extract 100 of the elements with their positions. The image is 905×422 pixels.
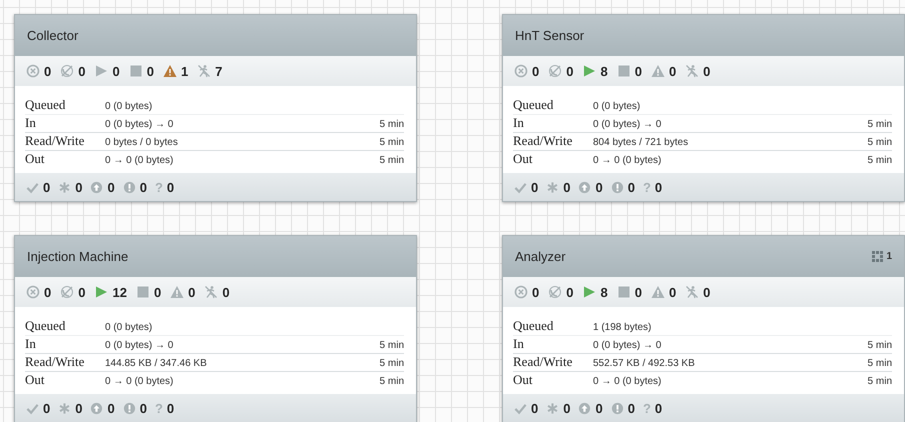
status-count: 0 bbox=[112, 64, 120, 78]
stat-window: 5 min bbox=[868, 137, 892, 148]
stat-label: Queued bbox=[513, 97, 554, 113]
version-count: 0 bbox=[140, 400, 147, 416]
asterisk-icon bbox=[58, 180, 72, 194]
group-title: Collector bbox=[27, 28, 78, 43]
stat-value: 552.57 KB / 492.53 KB bbox=[593, 358, 696, 369]
stat-label: Read/Write bbox=[25, 133, 86, 149]
version-count: 0 bbox=[107, 400, 115, 416]
version-count: 0 bbox=[595, 180, 603, 194]
stat-value: 0 bytes / 0 bytes bbox=[105, 137, 179, 148]
version-count: 0 bbox=[628, 180, 635, 194]
status-count: 0 bbox=[703, 284, 710, 300]
stat-value: 0 (0 bytes) bbox=[105, 322, 154, 333]
process-group-card[interactable]: Analyzer 1 0 0 8 0 0 0 Queued 1 (198 bytes) In 0 (0 bytes) → 0 5 min Read/Write 552.57 KB / 492.53 KB 5 min Out 0 → 0 (0 bytes) 5 min 0 0 0 0 ? 0 bbox=[502, 235, 905, 422]
status-count: 0 bbox=[532, 64, 540, 78]
status-count: 0 bbox=[78, 64, 86, 78]
stat-value: 0 (0 bytes) → 0 bbox=[105, 340, 174, 351]
version-count: 0 bbox=[140, 180, 147, 194]
stat-window: 5 min bbox=[380, 358, 404, 369]
stat-window: 5 min bbox=[380, 155, 404, 166]
group-title: HnT Sensor bbox=[515, 28, 584, 43]
stat-value: 1 (198 bytes) bbox=[593, 322, 652, 333]
stat-window: 5 min bbox=[868, 358, 892, 369]
stat-value: 0 → 0 (0 bytes) bbox=[105, 376, 174, 387]
status-count: 0 bbox=[188, 284, 196, 300]
asterisk-icon bbox=[58, 402, 72, 414]
asterisk-icon bbox=[546, 180, 560, 194]
status-count: 0 bbox=[78, 284, 86, 300]
stat-label: Out bbox=[25, 151, 46, 167]
version-count: 0 bbox=[531, 180, 538, 194]
stat-value: 0 (0 bytes) bbox=[105, 101, 154, 112]
status-count: 0 bbox=[154, 284, 162, 300]
stat-label: Queued bbox=[25, 97, 66, 113]
version-count: 0 bbox=[166, 400, 174, 416]
up-arrow-circle-icon bbox=[578, 180, 592, 194]
process-group-card[interactable]: HnT Sensor 0 0 8 0 0 0 Queued 0 (0 bytes) In 0 (0 bytes) → 0 5 min Read/Write 804 bytes / 721 bytes 5 min Out 0 → 0 (0 bytes) 5 min 0 0 0 0 ? 0 bbox=[502, 14, 905, 202]
status-count: 8 bbox=[600, 284, 608, 300]
group-title: Injection Machine bbox=[27, 249, 128, 264]
up-arrow-circle-icon bbox=[90, 180, 104, 194]
version-count: 0 bbox=[654, 180, 662, 194]
stat-value: 0 → 0 (0 bytes) bbox=[593, 376, 662, 387]
asterisk-icon bbox=[546, 402, 560, 414]
stat-label: Read/Write bbox=[513, 354, 574, 370]
stat-window: 5 min bbox=[380, 137, 404, 148]
status-count: 0 bbox=[668, 284, 676, 300]
stat-value: 0 (0 bytes) → 0 bbox=[593, 119, 662, 130]
status-count: 0 bbox=[44, 284, 52, 300]
version-count: 0 bbox=[43, 400, 50, 416]
status-count: 0 bbox=[634, 284, 642, 300]
stat-label: Out bbox=[25, 372, 46, 388]
stat-window: 5 min bbox=[868, 376, 892, 387]
status-count: 0 bbox=[566, 284, 574, 300]
stat-label: Out bbox=[513, 372, 534, 388]
stat-value: 0 (0 bytes) → 0 bbox=[593, 340, 662, 351]
version-count: 0 bbox=[595, 400, 603, 416]
stat-value: 0 → 0 (0 bytes) bbox=[105, 155, 174, 166]
stat-window: 5 min bbox=[380, 119, 404, 130]
stat-label: In bbox=[513, 115, 525, 131]
status-count: 0 bbox=[532, 284, 540, 300]
version-count: 0 bbox=[628, 400, 635, 416]
process-group-card[interactable]: Injection Machine 0 0 12 0 0 0 Queued 0 (0 bytes) In 0 (0 bytes) → 0 5 min Read/Write 144.85 KB / 347.46 KB 5 min Out 0 → 0 (0 bytes) 5 min 0 0 0 0 ? 0 bbox=[14, 235, 417, 422]
process-group-card[interactable]: Collector 0 0 0 0 1 7 Queued 0 (0 bytes) In 0 (0 bytes) → 0 5 min Read/Write 0 bytes / 0 bytes 5 min Out 0 → 0 (0 bytes) 5 min 0 0 0 0 ? 0 bbox=[14, 14, 417, 202]
version-count: 0 bbox=[75, 400, 82, 416]
status-count: 0 bbox=[566, 64, 574, 78]
stat-label: Queued bbox=[513, 318, 554, 334]
status-count: 7 bbox=[215, 64, 222, 78]
status-count: 8 bbox=[600, 64, 608, 78]
status-count: 0 bbox=[703, 64, 710, 78]
version-count: 0 bbox=[75, 180, 82, 194]
version-count: 0 bbox=[563, 180, 570, 194]
stat-label: Queued bbox=[25, 318, 66, 334]
status-count: 0 bbox=[44, 64, 52, 78]
question-mark-icon: ? bbox=[154, 180, 163, 194]
exclamation-circle-icon bbox=[122, 180, 136, 194]
version-count: 0 bbox=[563, 400, 570, 416]
stat-window: 5 min bbox=[380, 376, 404, 387]
stat-value: 0 (0 bytes) → 0 bbox=[105, 119, 174, 130]
version-count: 0 bbox=[107, 180, 115, 194]
exclamation-circle-icon bbox=[610, 402, 624, 414]
stat-label: Out bbox=[513, 151, 534, 167]
exclamation-circle-icon bbox=[610, 180, 624, 194]
check-icon bbox=[514, 402, 527, 414]
version-count: 0 bbox=[654, 400, 662, 416]
question-mark-icon: ? bbox=[642, 180, 651, 194]
stat-label: In bbox=[513, 336, 525, 352]
up-arrow-circle-icon bbox=[90, 402, 104, 414]
stat-window: 5 min bbox=[868, 155, 892, 166]
question-mark-icon: ? bbox=[642, 400, 651, 416]
version-count: 0 bbox=[43, 180, 50, 194]
status-count: 0 bbox=[634, 64, 642, 78]
badge-count: 1 bbox=[886, 251, 892, 262]
status-count: 0 bbox=[222, 284, 230, 300]
stat-label: In bbox=[25, 336, 37, 352]
stat-value: 0 → 0 (0 bytes) bbox=[593, 155, 662, 166]
question-mark-icon: ? bbox=[154, 400, 163, 416]
stat-value: 804 bytes / 721 bytes bbox=[593, 137, 690, 148]
status-count: 1 bbox=[180, 64, 188, 78]
up-arrow-circle-icon bbox=[578, 402, 592, 414]
status-count: 12 bbox=[112, 284, 127, 300]
